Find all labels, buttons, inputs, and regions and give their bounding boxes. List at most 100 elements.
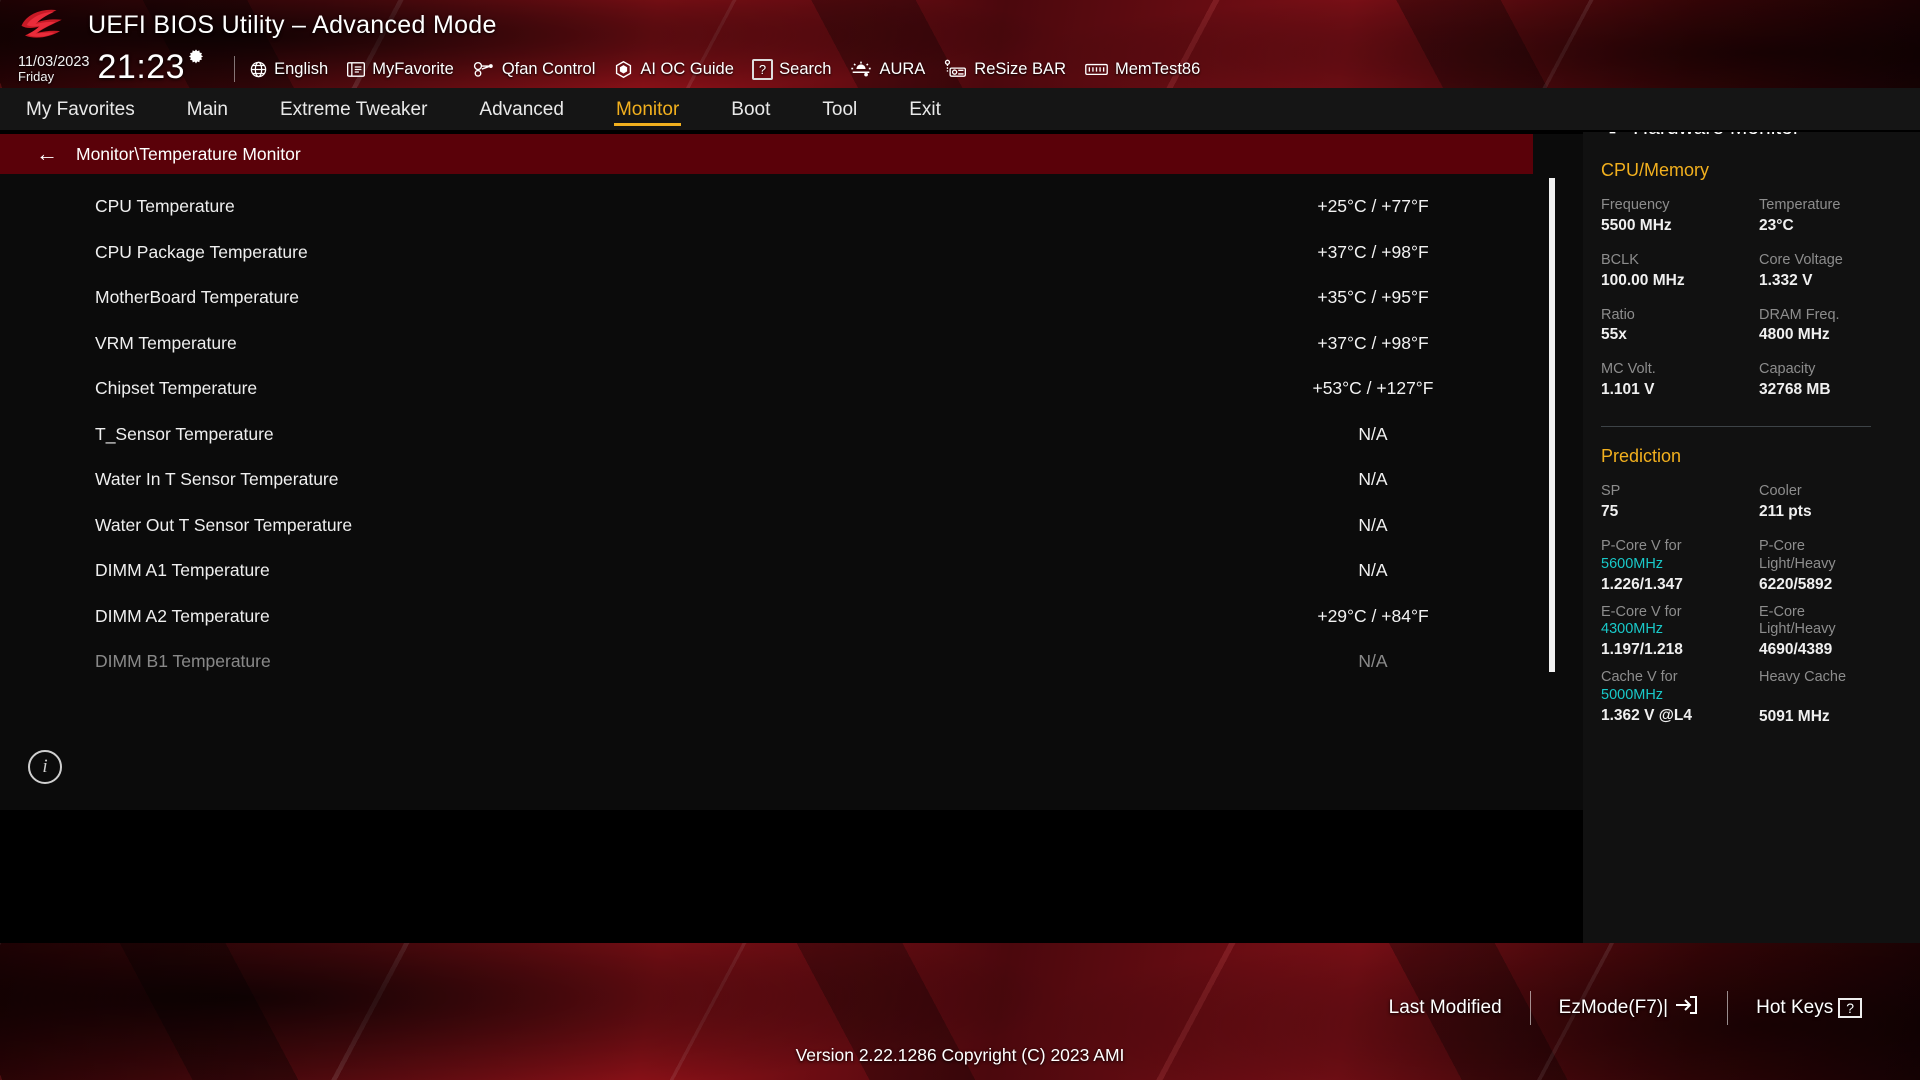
- info-icon[interactable]: i: [28, 750, 62, 784]
- nav-tab-exit[interactable]: Exit: [883, 88, 967, 132]
- hw-cell: DRAM Freq. 4800 MHz: [1759, 307, 1917, 346]
- nav-tab-monitor[interactable]: Monitor: [590, 88, 705, 132]
- row-value: N/A: [1163, 560, 1583, 581]
- hw-value: 1.101 V: [1601, 380, 1759, 400]
- arrow-into-box-icon: [1673, 994, 1699, 1022]
- hw-key: DRAM Freq.: [1759, 307, 1917, 325]
- row-value: N/A: [1163, 651, 1583, 672]
- table-row[interactable]: CPU Temperature +25°C / +77°F: [0, 184, 1583, 230]
- hw-value: 211 pts: [1759, 502, 1917, 522]
- header-tool-label: AURA: [879, 60, 925, 79]
- nav-tab-advanced[interactable]: Advanced: [453, 88, 590, 132]
- table-row[interactable]: T_Sensor Temperature N/A: [0, 412, 1583, 458]
- row-label: T_Sensor Temperature: [95, 424, 1163, 445]
- hw-cell: P-Core V for 5600MHz 1.226/1.347: [1601, 538, 1759, 595]
- header-tool-qfan-control[interactable]: Qfan Control: [472, 60, 596, 79]
- row-label: Water In T Sensor Temperature: [95, 469, 1163, 490]
- row-label: Chipset Temperature: [95, 378, 1163, 399]
- table-row[interactable]: Water Out T Sensor Temperature N/A: [0, 503, 1583, 549]
- hw-cell: Ratio 55x: [1601, 307, 1759, 346]
- header-tool-resize-bar[interactable]: ReSize BAR: [943, 59, 1066, 79]
- hw-key: P-Core: [1759, 538, 1917, 556]
- table-row[interactable]: CPU Package Temperature +37°C / +98°F: [0, 230, 1583, 276]
- header-tool-search[interactable]: ? Search: [752, 59, 832, 80]
- ez-mode-button[interactable]: EzMode(F7)|: [1531, 994, 1727, 1022]
- last-modified-button[interactable]: Last Modified: [1361, 997, 1530, 1019]
- nav-tab-extreme-tweaker[interactable]: Extreme Tweaker: [254, 88, 453, 132]
- hw-key-sub: Light/Heavy: [1759, 556, 1917, 574]
- row-label: DIMM B1 Temperature: [95, 651, 1163, 672]
- scrollbar-thumb[interactable]: [1549, 178, 1555, 672]
- footer-actions: Last Modified EzMode(F7)| Hot Keys ?: [1361, 991, 1890, 1025]
- table-row[interactable]: DIMM A1 Temperature N/A: [0, 548, 1583, 594]
- hw-key: Temperature: [1759, 197, 1917, 215]
- day-of-week: Friday: [18, 70, 90, 84]
- row-value: +35°C / +95°F: [1163, 287, 1583, 308]
- header-tool-label: Qfan Control: [502, 60, 596, 79]
- hw-key: E-Core: [1759, 604, 1917, 622]
- hw-value: 1.332 V: [1759, 271, 1917, 291]
- hw-value: 1.226/1.347: [1601, 575, 1759, 595]
- row-value: +37°C / +98°F: [1163, 242, 1583, 263]
- row-value: N/A: [1163, 469, 1583, 490]
- hardware-monitor-panel: Hardware Monitor CPU/Memory Frequency 55…: [1583, 105, 1920, 943]
- app-title: UEFI BIOS Utility – Advanced Mode: [88, 11, 497, 40]
- table-row[interactable]: Water In T Sensor Temperature N/A: [0, 457, 1583, 503]
- hw-section-cpu-memory: CPU/Memory: [1601, 160, 1920, 181]
- title-row: UEFI BIOS Utility – Advanced Mode: [0, 0, 1920, 50]
- version-text: Version 2.22.1286 Copyright (C) 2023 AMI: [0, 1045, 1920, 1066]
- date-value: 11/03/2023: [18, 55, 90, 70]
- header-tool-aura[interactable]: AURA: [849, 60, 925, 79]
- hw-value: 23°C: [1759, 216, 1917, 236]
- gear-icon[interactable]: [186, 48, 206, 73]
- nav-tab-boot[interactable]: Boot: [705, 88, 796, 132]
- hw-cell: P-Core Light/Heavy 6220/5892: [1759, 538, 1917, 595]
- header-tool-ai-oc-guide[interactable]: AI OC Guide: [613, 60, 734, 79]
- header-tool-label: AI OC Guide: [640, 60, 734, 79]
- header-tool-label: Search: [779, 60, 831, 79]
- table-row[interactable]: DIMM A2 Temperature +29°C / +84°F: [0, 594, 1583, 640]
- nav-tab-main[interactable]: Main: [161, 88, 254, 132]
- hw-value: 100.00 MHz: [1601, 271, 1759, 291]
- arrow-left-icon[interactable]: ←: [36, 143, 58, 165]
- hw-pair-row: SP 75 Cooler 211 pts: [1601, 483, 1920, 522]
- hw-key: Ratio: [1601, 307, 1759, 325]
- header-tool-english[interactable]: English: [249, 60, 328, 79]
- hw-key: BCLK: [1601, 252, 1759, 270]
- header-divider: [234, 56, 235, 82]
- hw-key: Cache V for: [1601, 669, 1759, 687]
- header-tool-memtest86[interactable]: MemTest86: [1084, 60, 1200, 79]
- hw-key: P-Core V for: [1601, 538, 1759, 556]
- nav-tab-tool[interactable]: Tool: [796, 88, 883, 132]
- hw-divider: [1601, 426, 1871, 427]
- hw-prediction-row: P-Core V for 5600MHz 1.226/1.347 P-Core …: [1601, 538, 1920, 595]
- nav-tab-my-favorites[interactable]: My Favorites: [0, 88, 161, 132]
- hw-cell: BCLK 100.00 MHz: [1601, 252, 1759, 291]
- hw-pair-row: Ratio 55x DRAM Freq. 4800 MHz: [1601, 307, 1920, 346]
- row-label: MotherBoard Temperature: [95, 287, 1163, 308]
- hw-cell: SP 75: [1601, 483, 1759, 522]
- table-row[interactable]: VRM Temperature +37°C / +98°F: [0, 321, 1583, 367]
- table-row[interactable]: DIMM B1 Temperature N/A: [0, 639, 1583, 685]
- row-label: VRM Temperature: [95, 333, 1163, 354]
- hw-cell: Core Voltage 1.332 V: [1759, 252, 1917, 291]
- hw-prediction-row: E-Core V for 4300MHz 1.197/1.218 E-Core …: [1601, 604, 1920, 661]
- header-tool-myfavorite[interactable]: MyFavorite: [346, 60, 454, 79]
- rog-logo-icon: [18, 8, 74, 42]
- table-row[interactable]: Chipset Temperature +53°C / +127°F: [0, 366, 1583, 412]
- hw-key: Core Voltage: [1759, 252, 1917, 270]
- header-tool-label: English: [274, 60, 328, 79]
- header-tool-label: MyFavorite: [372, 60, 454, 79]
- header-toolbar: 11/03/2023 Friday 21:23 English: [0, 50, 1920, 88]
- content-panel: ← Monitor\Temperature Monitor CPU Temper…: [0, 134, 1583, 810]
- clock-display: 21:23: [98, 50, 186, 84]
- date-display: 11/03/2023 Friday: [18, 55, 90, 84]
- header-tool-label: MemTest86: [1115, 60, 1200, 79]
- table-row[interactable]: MotherBoard Temperature +35°C / +95°F: [0, 275, 1583, 321]
- content-scrollbar[interactable]: [1549, 178, 1555, 798]
- row-value: +53°C / +127°F: [1163, 378, 1583, 399]
- hot-keys-button[interactable]: Hot Keys ?: [1728, 997, 1890, 1019]
- row-label: DIMM A1 Temperature: [95, 560, 1163, 581]
- breadcrumb-label: Monitor\Temperature Monitor: [76, 144, 301, 165]
- hw-prediction-row: Cache V for 5000MHz 1.362 V @L4 Heavy Ca…: [1601, 669, 1920, 727]
